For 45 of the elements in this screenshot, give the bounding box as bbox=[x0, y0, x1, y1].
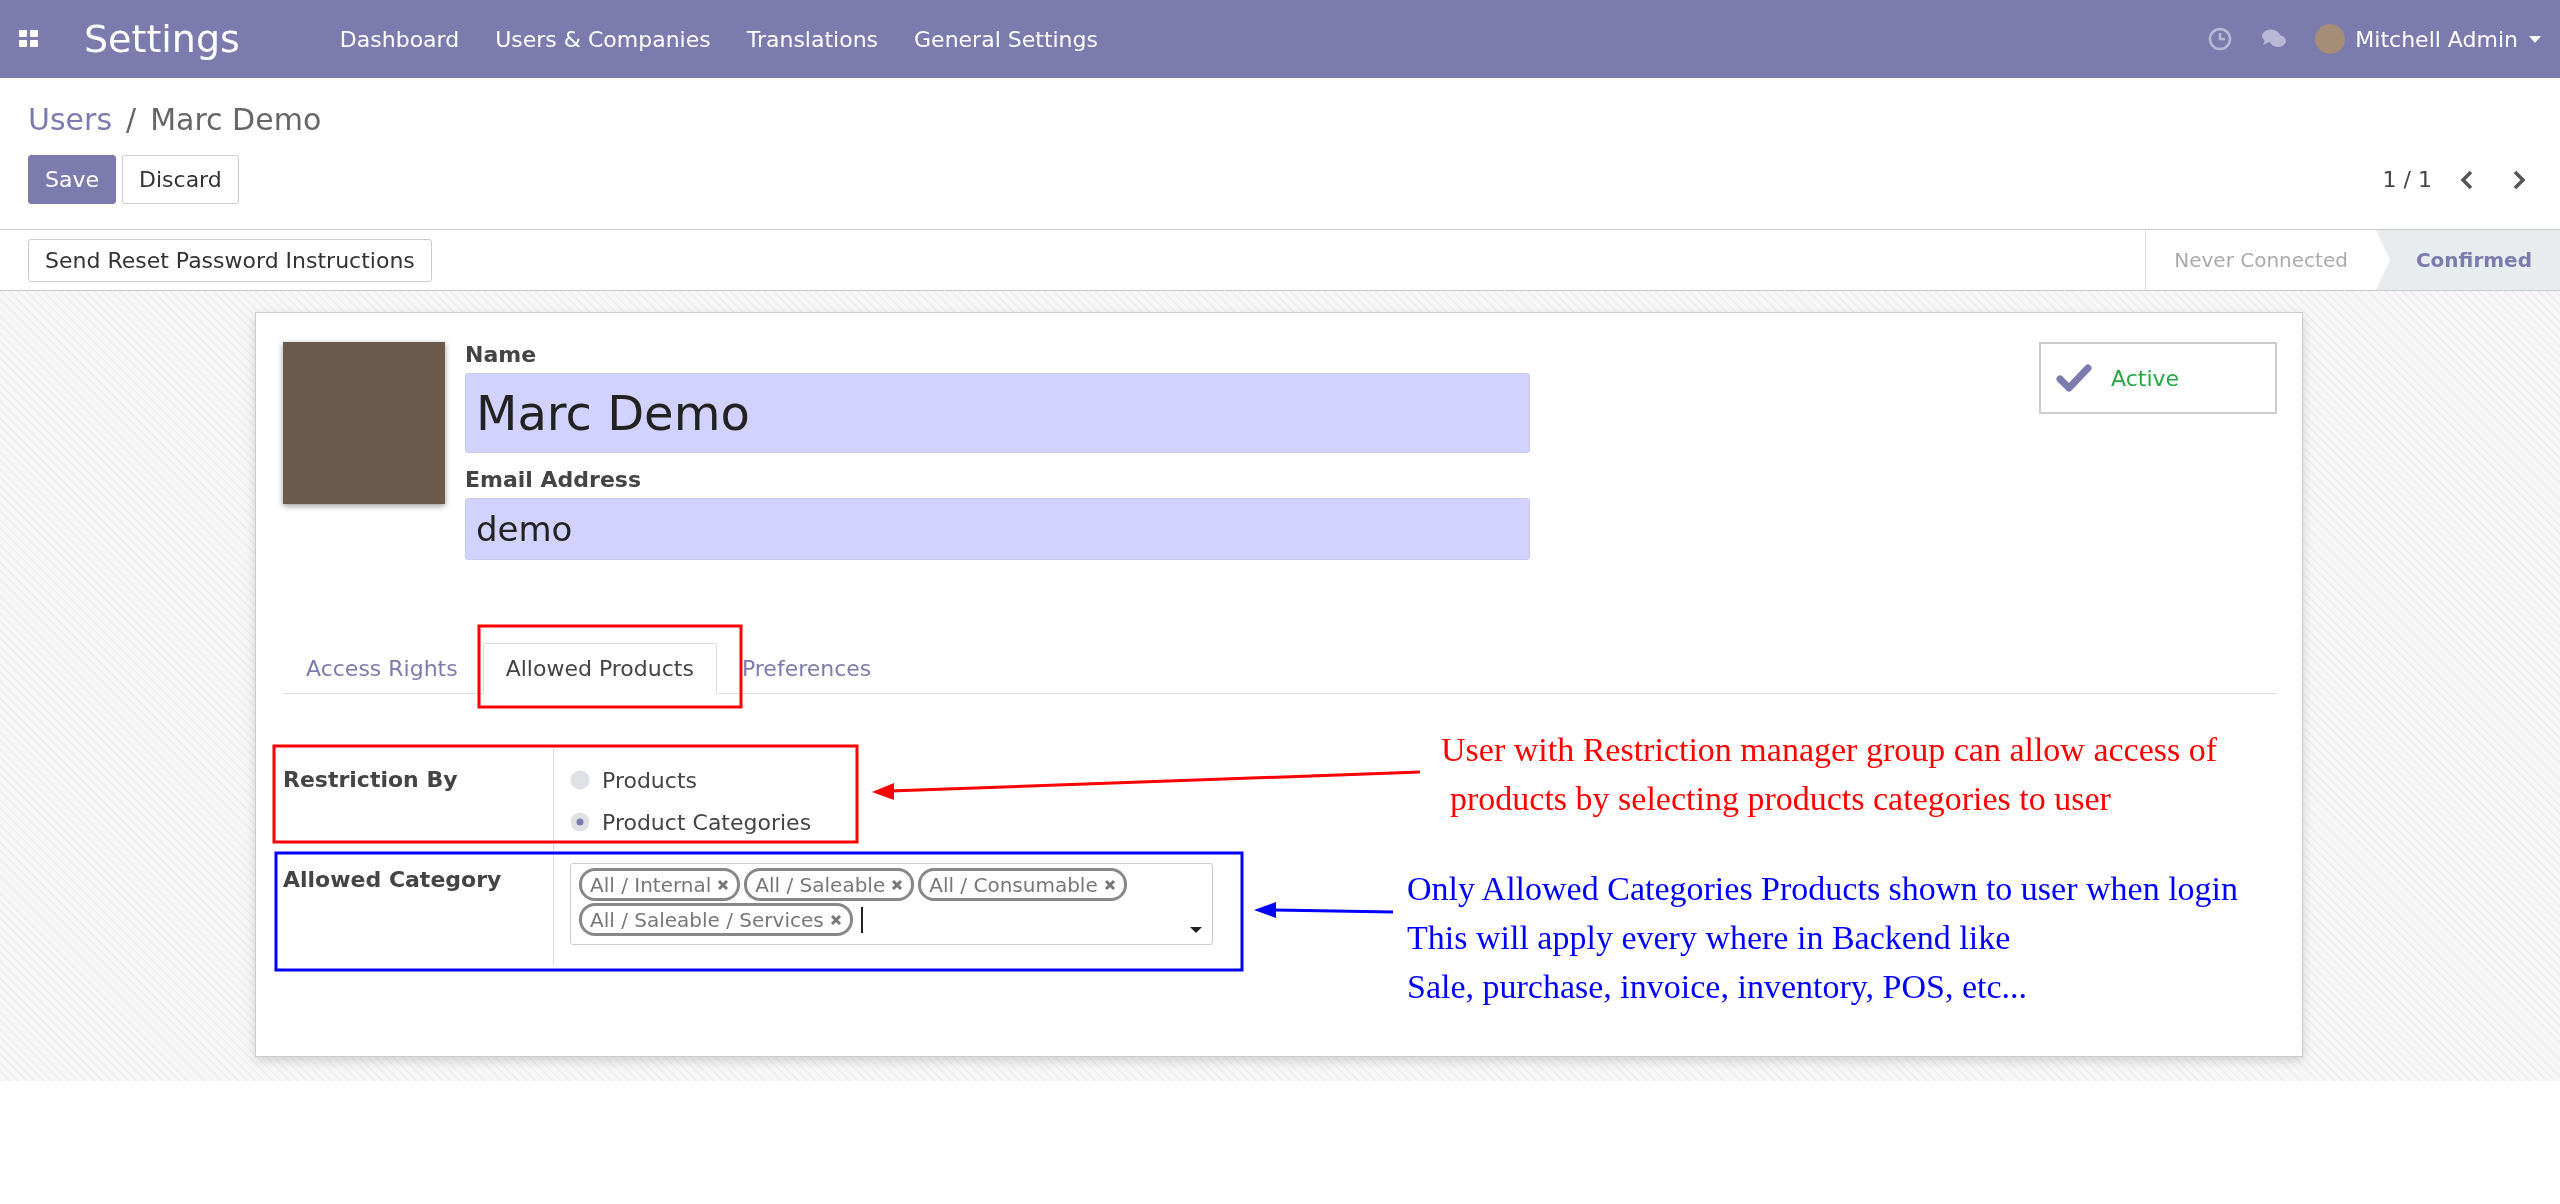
tab[interactable]: Allowed Products bbox=[482, 643, 717, 694]
remove-icon[interactable] bbox=[891, 878, 904, 891]
remove-icon[interactable] bbox=[829, 913, 842, 926]
text-cursor bbox=[860, 906, 863, 933]
field-label: Email Address bbox=[465, 467, 643, 492]
active-toggle-button[interactable]: Active bbox=[2039, 342, 2277, 414]
app-title: Settings bbox=[84, 17, 240, 61]
dropdown-caret-icon[interactable] bbox=[1190, 926, 1202, 934]
radio-option[interactable]: Products bbox=[570, 759, 697, 801]
menu-item[interactable]: Translations bbox=[746, 26, 879, 52]
name-field[interactable]: Marc Demo bbox=[465, 373, 1530, 453]
caret-icon[interactable] bbox=[2528, 34, 2542, 44]
annotation-text: User with Restriction manager group can allow access of bbox=[1441, 730, 2218, 770]
tab[interactable]: Access Rights bbox=[283, 643, 481, 694]
user-name[interactable]: Mitchell Admin bbox=[2355, 26, 2518, 52]
category-tag[interactable]: All / Saleable bbox=[744, 868, 915, 901]
remove-icon[interactable] bbox=[1103, 878, 1116, 891]
email-field[interactable]: demo bbox=[465, 498, 1530, 560]
annotation-text: products by selecting products categories to user bbox=[1449, 779, 2112, 819]
breadcrumb-separator: / bbox=[126, 102, 137, 137]
save-button[interactable]: Save bbox=[28, 155, 116, 204]
field-label: Restriction By bbox=[283, 766, 459, 794]
category-tag[interactable]: All / Internal bbox=[579, 868, 741, 901]
discard-button[interactable]: Discard bbox=[122, 155, 239, 204]
status-stage[interactable]: Confirmed bbox=[2375, 230, 2560, 290]
category-tag[interactable]: All / Consumable bbox=[918, 868, 1127, 901]
remove-icon[interactable] bbox=[717, 878, 730, 891]
menu-item[interactable]: Dashboard bbox=[339, 26, 460, 52]
category-tag[interactable]: All / Saleable / Services bbox=[579, 903, 853, 936]
field-label: Name bbox=[465, 342, 538, 367]
pager-counter: 1 / 1 bbox=[2382, 167, 2432, 192]
field-label: Allowed Category bbox=[283, 866, 503, 894]
reset-password-button[interactable]: Send Reset Password Instructions bbox=[28, 238, 432, 282]
menu-item[interactable]: Users & Companies bbox=[495, 26, 711, 52]
breadcrumb-link[interactable]: Users bbox=[28, 102, 112, 137]
apps-menu-icon[interactable] bbox=[18, 28, 40, 50]
check-icon bbox=[2055, 363, 2093, 393]
radio-option[interactable]: Product Categories bbox=[570, 801, 812, 843]
breadcrumb-current: Marc Demo bbox=[150, 102, 322, 137]
annotation-text: This will apply every where in Backend like bbox=[1407, 918, 2012, 958]
annotation-text: Only Allowed Categories Products shown to user when login bbox=[1407, 869, 2239, 909]
tab[interactable]: Preferences bbox=[718, 643, 895, 694]
tags-field[interactable]: All / Internal All / Saleable All / Consumable All / Saleable / Services bbox=[570, 863, 1213, 945]
annotation-text: Sale, purchase, invoice, inventory, POS, etc... bbox=[1407, 967, 2029, 1007]
menu-item[interactable]: General Settings bbox=[914, 26, 1098, 52]
